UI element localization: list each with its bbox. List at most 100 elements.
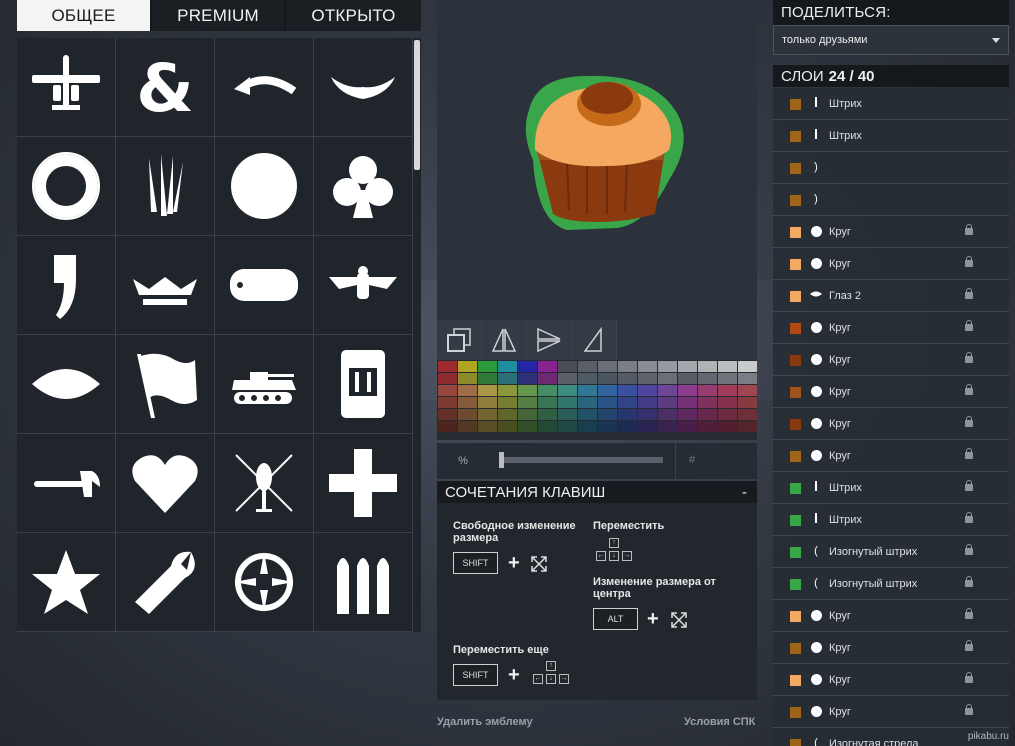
color-swatch[interactable]	[498, 409, 517, 420]
layer-row[interactable]: Круг	[773, 440, 1009, 472]
color-swatch[interactable]	[678, 409, 697, 420]
color-swatch[interactable]	[458, 373, 477, 384]
layer-color-swatch[interactable]	[790, 355, 801, 366]
layer-row[interactable]: (Изогнутый штрих	[773, 568, 1009, 600]
color-swatch[interactable]	[658, 385, 677, 396]
color-swatch[interactable]	[618, 373, 637, 384]
color-swatch[interactable]	[598, 409, 617, 420]
color-swatch[interactable]	[438, 361, 457, 372]
color-swatch[interactable]	[558, 409, 577, 420]
flip-horizontal-button[interactable]	[482, 320, 527, 360]
lock-icon[interactable]	[965, 384, 973, 395]
color-swatch[interactable]	[538, 397, 557, 408]
color-swatch[interactable]	[518, 373, 537, 384]
layer-color-swatch[interactable]	[790, 227, 801, 238]
color-swatch[interactable]	[478, 373, 497, 384]
flip-vertical-button[interactable]	[527, 320, 572, 360]
lock-icon[interactable]	[965, 672, 973, 683]
layer-color-swatch[interactable]	[790, 419, 801, 430]
color-swatch[interactable]	[598, 373, 617, 384]
color-swatch[interactable]	[738, 361, 757, 372]
color-swatch[interactable]	[598, 385, 617, 396]
color-swatch[interactable]	[598, 421, 617, 432]
color-swatch[interactable]	[438, 385, 457, 396]
color-swatch[interactable]	[658, 409, 677, 420]
shape-cell[interactable]	[116, 137, 215, 236]
color-swatch[interactable]	[538, 421, 557, 432]
color-swatch[interactable]	[658, 421, 677, 432]
color-swatch[interactable]	[618, 421, 637, 432]
color-swatch[interactable]	[578, 361, 597, 372]
color-swatch[interactable]	[718, 385, 737, 396]
color-swatch[interactable]	[618, 397, 637, 408]
shape-cell[interactable]	[116, 236, 215, 335]
color-swatch[interactable]	[518, 397, 537, 408]
layer-color-swatch[interactable]	[790, 515, 801, 526]
shape-cell[interactable]	[116, 335, 215, 434]
shape-cell[interactable]	[215, 533, 314, 632]
shape-cell[interactable]	[314, 335, 413, 434]
color-swatch[interactable]	[618, 409, 637, 420]
layer-row[interactable]: Штрих	[773, 504, 1009, 536]
layer-row[interactable]: Круг	[773, 632, 1009, 664]
color-swatch[interactable]	[678, 385, 697, 396]
color-swatch[interactable]	[518, 421, 537, 432]
color-swatch[interactable]	[558, 361, 577, 372]
color-swatch[interactable]	[498, 373, 517, 384]
lock-icon[interactable]	[965, 608, 973, 619]
lock-icon[interactable]	[965, 544, 973, 555]
color-swatch[interactable]	[498, 385, 517, 396]
layer-row[interactable]: Круг	[773, 216, 1009, 248]
color-swatch[interactable]	[598, 361, 617, 372]
color-swatch[interactable]	[538, 361, 557, 372]
color-swatch[interactable]	[478, 385, 497, 396]
lock-icon[interactable]	[965, 448, 973, 459]
shape-cell[interactable]	[17, 137, 116, 236]
color-swatch[interactable]	[738, 373, 757, 384]
color-swatch[interactable]	[558, 421, 577, 432]
layer-color-swatch[interactable]	[790, 483, 801, 494]
layer-row[interactable]: Штрих	[773, 88, 1009, 120]
color-swatch[interactable]	[538, 373, 557, 384]
color-swatch[interactable]	[458, 397, 477, 408]
layer-row[interactable]: Круг	[773, 376, 1009, 408]
color-swatch[interactable]	[738, 385, 757, 396]
shape-cell[interactable]	[17, 434, 116, 533]
shape-cell[interactable]	[17, 335, 116, 434]
color-swatch[interactable]	[638, 361, 657, 372]
lock-icon[interactable]	[965, 224, 973, 235]
layer-color-swatch[interactable]	[790, 579, 801, 590]
slider-thumb[interactable]	[499, 452, 504, 468]
color-swatch[interactable]	[738, 421, 757, 432]
color-swatch[interactable]	[678, 397, 697, 408]
layer-color-swatch[interactable]	[790, 195, 801, 206]
color-swatch[interactable]	[638, 373, 657, 384]
layer-row[interactable]: Круг	[773, 664, 1009, 696]
color-swatch[interactable]	[698, 373, 717, 384]
color-swatch[interactable]	[698, 409, 717, 420]
color-swatch[interactable]	[498, 361, 517, 372]
layer-row[interactable]: Глаз 2	[773, 280, 1009, 312]
color-swatch[interactable]	[538, 409, 557, 420]
color-swatch[interactable]	[718, 421, 737, 432]
share-select[interactable]: только друзьями	[773, 25, 1009, 55]
lock-icon[interactable]	[965, 640, 973, 651]
color-swatch[interactable]	[678, 361, 697, 372]
shape-cell[interactable]	[17, 38, 116, 137]
color-swatch[interactable]	[578, 421, 597, 432]
layer-row[interactable]: Штрих	[773, 472, 1009, 504]
color-swatch[interactable]	[638, 409, 657, 420]
lock-icon[interactable]	[965, 704, 973, 715]
rotate-button[interactable]	[572, 320, 617, 360]
shape-cell[interactable]	[17, 533, 116, 632]
layer-row[interactable]: Круг	[773, 600, 1009, 632]
color-swatch[interactable]	[718, 409, 737, 420]
color-swatch[interactable]	[618, 361, 637, 372]
color-swatch[interactable]	[458, 385, 477, 396]
lock-icon[interactable]	[965, 256, 973, 267]
color-swatch[interactable]	[438, 397, 457, 408]
color-swatch[interactable]	[498, 397, 517, 408]
hex-input[interactable]: #	[689, 454, 695, 466]
shape-cell[interactable]	[314, 137, 413, 236]
color-swatch[interactable]	[678, 421, 697, 432]
